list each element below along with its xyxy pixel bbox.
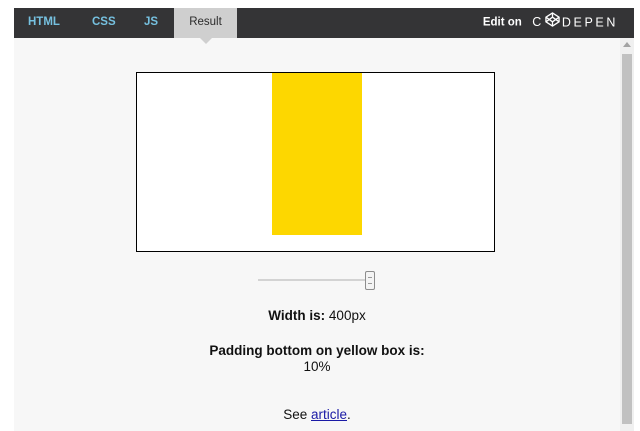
edit-on-label: Edit on [482, 16, 522, 29]
codepen-embed: HTML CSS JS Result Edit on C DEPEN Width … [14, 8, 634, 431]
demo-container [136, 72, 495, 252]
width-label: Width is: [268, 308, 326, 323]
scrollbar-thumb[interactable] [622, 54, 632, 424]
codepen-logo-icon [545, 8, 560, 37]
tab-html[interactable]: HTML [28, 8, 60, 38]
width-slider-track [258, 279, 370, 281]
width-value: 400px [328, 308, 366, 323]
see-suffix: . [347, 407, 351, 422]
tab-result[interactable]: Result [174, 8, 237, 44]
codepen-logo-c: C [532, 15, 544, 30]
article-link[interactable]: article [311, 407, 347, 422]
see-article-line: See article. [14, 407, 620, 422]
codepen-logo-text: DEPEN [561, 15, 618, 30]
codepen-topbar: HTML CSS JS Result Edit on C DEPEN [14, 8, 634, 44]
padding-value: 10% [303, 359, 331, 374]
width-slider[interactable] [258, 271, 375, 290]
width-slider-thumb[interactable] [365, 271, 375, 290]
vertical-scrollbar[interactable] [620, 38, 634, 431]
tab-js[interactable]: JS [144, 8, 158, 38]
scroll-up-arrow-icon[interactable] [623, 42, 631, 47]
yellow-box [272, 73, 362, 235]
see-prefix: See [283, 407, 308, 422]
edit-on-codepen-link[interactable]: Edit on C DEPEN [483, 8, 618, 38]
tab-css[interactable]: CSS [92, 8, 116, 38]
codepen-logo: C DEPEN [532, 8, 618, 37]
padding-label: Padding bottom on yellow box is: [209, 343, 425, 358]
width-readout: Width is: 400px [14, 308, 620, 323]
